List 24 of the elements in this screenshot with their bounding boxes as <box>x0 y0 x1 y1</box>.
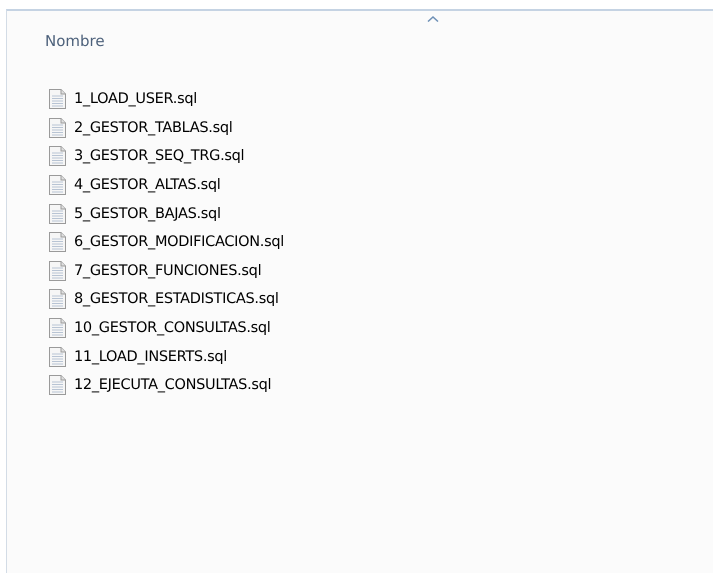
document-icon <box>49 146 66 166</box>
column-header[interactable]: Nombre <box>45 32 105 50</box>
document-icon <box>49 89 66 110</box>
sort-up-icon <box>427 16 439 22</box>
document-icon <box>49 346 66 367</box>
file-name[interactable]: 12_EJECUTA_CONSULTAS.sql <box>74 377 272 394</box>
document-icon <box>49 118 66 138</box>
file-name[interactable]: 5_GESTOR_BAJAS.sql <box>74 206 221 222</box>
file-name[interactable]: 1_LOAD_USER.sql <box>74 91 197 108</box>
file-name[interactable]: 3_GESTOR_SEQ_TRG.sql <box>74 148 244 164</box>
document-icon <box>49 204 66 224</box>
file-name[interactable]: 7_GESTOR_FUNCIONES.sql <box>74 262 262 279</box>
file-name[interactable]: 2_GESTOR_TABLAS.sql <box>74 120 233 136</box>
file-name[interactable]: 11_LOAD_INSERTS.sql <box>74 348 228 365</box>
file-name[interactable]: 4_GESTOR_ALTAS.sql <box>74 177 221 194</box>
document-icon <box>49 289 66 310</box>
document-icon <box>49 175 66 196</box>
document-icon <box>49 375 66 396</box>
document-icon <box>49 232 66 252</box>
document-icon <box>49 260 66 281</box>
file-name[interactable]: 6_GESTOR_MODIFICACION.sql <box>74 234 284 250</box>
document-icon <box>49 318 66 338</box>
file-name[interactable]: 8_GESTOR_ESTADISTICAS.sql <box>74 291 279 308</box>
file-name[interactable]: 10_GESTOR_CONSULTAS.sql <box>74 320 271 336</box>
